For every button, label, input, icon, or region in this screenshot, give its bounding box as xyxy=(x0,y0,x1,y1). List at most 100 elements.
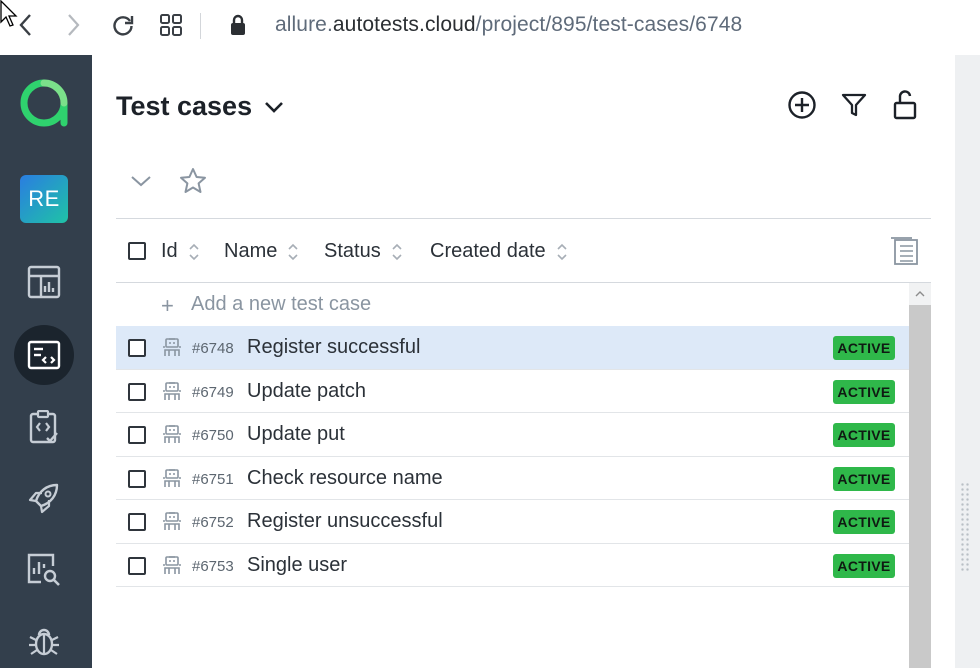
table-row[interactable]: #6749 Update patch ACTIVE xyxy=(116,370,909,413)
plus-icon: + xyxy=(161,293,174,318)
sidebar-item-analytics[interactable] xyxy=(14,539,74,599)
test-case-id: #6752 xyxy=(192,514,234,531)
dashboard-icon xyxy=(27,265,61,299)
test-case-id: #6751 xyxy=(192,470,234,488)
rocket-icon xyxy=(28,483,59,514)
test-cases-icon xyxy=(27,340,61,370)
status-badge: ACTIVE xyxy=(833,379,895,404)
row-checkbox[interactable] xyxy=(128,382,146,401)
add-test-case-placeholder: Add a new test case xyxy=(191,293,372,315)
table-header: Id Name Status Created date xyxy=(116,218,931,283)
row-checkbox[interactable] xyxy=(128,469,146,488)
row-checkbox[interactable] xyxy=(128,513,146,531)
page-title-dropdown[interactable]: Test cases xyxy=(116,91,284,122)
apps-grid-icon[interactable] xyxy=(156,10,186,40)
url-text[interactable]: allure.autotests.cloud/project/895/test-… xyxy=(275,13,742,37)
lock-icon[interactable] xyxy=(223,10,253,40)
row-checkbox[interactable] xyxy=(128,426,146,444)
forward-icon[interactable] xyxy=(58,10,88,40)
unlock-button[interactable] xyxy=(888,88,922,122)
column-header-status[interactable]: Status xyxy=(324,240,403,263)
sort-icon xyxy=(189,243,199,260)
sort-icon xyxy=(557,243,567,260)
sidebar-item-launches[interactable] xyxy=(14,468,74,528)
add-test-case-button[interactable] xyxy=(785,88,819,122)
row-checkbox[interactable] xyxy=(128,556,146,575)
automated-test-icon xyxy=(163,338,181,356)
column-label-status: Status xyxy=(324,240,381,262)
column-label-name: Name xyxy=(224,240,278,262)
url-path: /project/895/test-cases/6748 xyxy=(475,13,743,36)
automated-test-icon xyxy=(163,512,181,530)
sort-icon xyxy=(392,243,402,260)
url-domain: autotests.cloud xyxy=(332,13,476,36)
status-badge: ACTIVE xyxy=(833,336,895,360)
scrollbar-thumb[interactable] xyxy=(909,305,931,668)
column-label-created-date: Created date xyxy=(430,240,546,262)
collapse-button[interactable] xyxy=(123,163,159,199)
clipboard-code-icon xyxy=(29,410,58,444)
column-header-name[interactable]: Name xyxy=(224,240,299,263)
page-title: Test cases xyxy=(116,91,253,121)
bug-icon xyxy=(29,628,59,656)
column-header-id[interactable]: Id xyxy=(161,240,200,263)
status-badge: ACTIVE xyxy=(833,553,895,578)
automated-test-icon xyxy=(163,381,181,400)
star-icon xyxy=(180,168,206,193)
sidebar: RE xyxy=(0,55,92,668)
favorite-button[interactable] xyxy=(175,163,211,199)
table-row[interactable]: #6751 Check resource name ACTIVE xyxy=(116,457,909,500)
table-scrollbar[interactable] xyxy=(909,283,931,668)
test-case-name[interactable]: Update patch xyxy=(247,380,366,403)
column-label-id: Id xyxy=(161,240,178,262)
test-case-id: #6748 xyxy=(192,340,234,357)
test-case-id: #6750 xyxy=(192,427,234,444)
select-all-checkbox[interactable] xyxy=(128,242,146,260)
status-badge: ACTIVE xyxy=(833,466,895,491)
sidebar-item-test-plans[interactable] xyxy=(14,397,74,457)
status-badge: ACTIVE xyxy=(833,510,895,534)
toolbar-separator xyxy=(200,13,201,39)
chart-search-icon xyxy=(27,553,60,586)
scroll-up-arrow-icon[interactable] xyxy=(909,283,931,305)
reload-icon[interactable] xyxy=(108,10,138,40)
chevron-down-icon xyxy=(265,101,284,113)
chevron-down-icon xyxy=(131,176,151,187)
row-checkbox[interactable] xyxy=(128,339,146,357)
test-case-id: #6753 xyxy=(192,557,234,575)
test-case-name[interactable]: Check resource name xyxy=(247,467,443,490)
side-panel-gutter xyxy=(955,55,980,668)
status-badge: ACTIVE xyxy=(833,423,895,447)
back-icon[interactable] xyxy=(11,10,41,40)
table-row[interactable]: #6748 Register successful ACTIVE xyxy=(116,326,909,370)
table-row[interactable]: #6752 Register unsuccessful ACTIVE xyxy=(116,500,909,544)
sidebar-item-defects[interactable] xyxy=(14,611,74,668)
table-body: + Add a new test case #6748 Register succ… xyxy=(116,283,909,668)
automated-test-icon xyxy=(163,468,181,487)
main-content: Test cases Id Name Status Created date +… xyxy=(92,55,955,668)
sidebar-item-test-cases[interactable] xyxy=(14,325,74,385)
add-test-case-row[interactable]: + Add a new test case xyxy=(116,283,909,326)
filter-button[interactable] xyxy=(837,88,871,122)
table-row[interactable]: #6753 Single user ACTIVE xyxy=(116,544,909,587)
browser-address-bar: allure.autotests.cloud/project/895/test-… xyxy=(0,0,980,55)
automated-test-icon xyxy=(163,425,181,443)
automated-test-icon xyxy=(163,555,181,574)
sort-icon xyxy=(288,243,298,260)
test-case-name[interactable]: Update put xyxy=(247,423,345,446)
filter-icon xyxy=(841,93,867,117)
unlock-icon xyxy=(893,90,917,120)
test-case-name[interactable]: Single user xyxy=(247,554,347,577)
test-case-name[interactable]: Register successful xyxy=(247,336,420,359)
plus-circle-icon xyxy=(788,91,816,119)
project-avatar[interactable]: RE xyxy=(20,175,68,223)
column-header-created-date[interactable]: Created date xyxy=(430,240,568,263)
allure-logo-icon[interactable] xyxy=(18,77,70,129)
url-prefix: allure. xyxy=(275,13,333,36)
test-case-id: #6749 xyxy=(192,383,234,401)
test-case-name[interactable]: Register unsuccessful xyxy=(247,510,443,533)
resize-handle[interactable] xyxy=(960,482,970,572)
column-settings-icon[interactable] xyxy=(890,236,920,266)
sidebar-item-dashboard[interactable] xyxy=(14,252,74,312)
table-row[interactable]: #6750 Update put ACTIVE xyxy=(116,413,909,457)
